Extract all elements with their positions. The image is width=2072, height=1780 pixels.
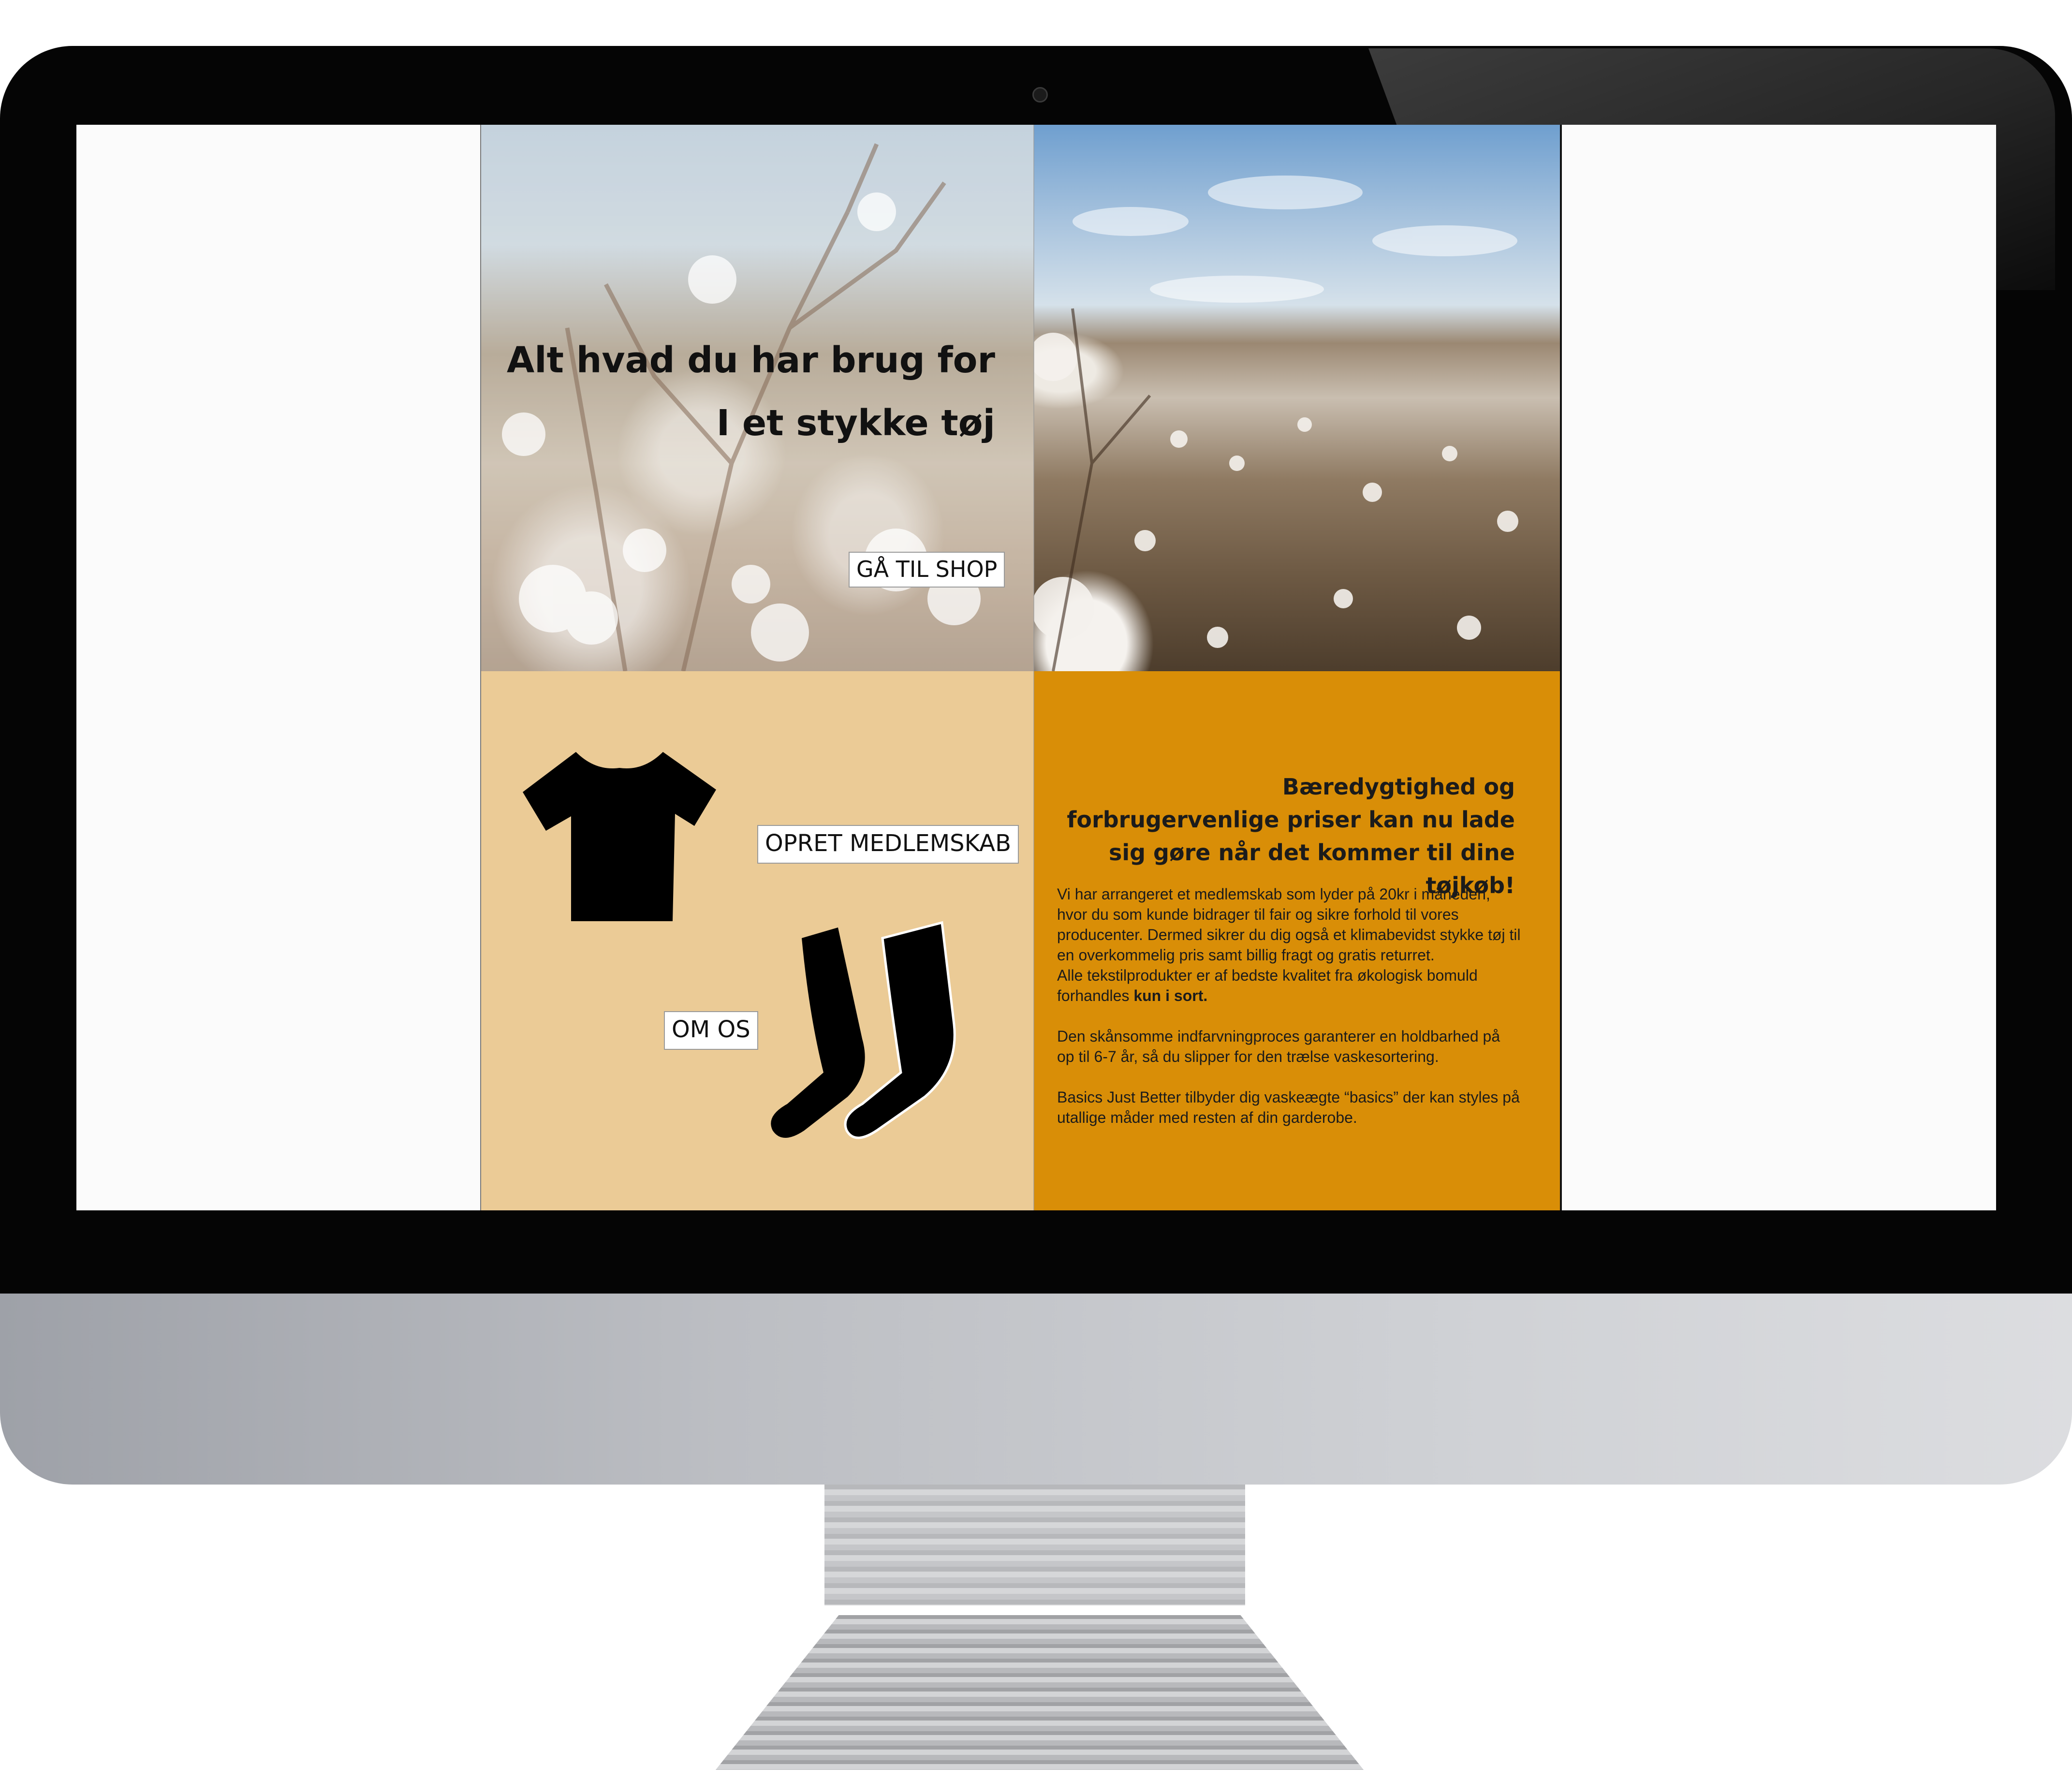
info-heading: Bæredygtighed og forbrugervenlige priser… [1067,774,1515,898]
info-body: Vi har arrangeret et medlemskab som lyde… [1057,884,1521,1148]
cotton-field-graphic [1034,176,1518,671]
tshirt-icon [523,752,716,921]
camera-icon [1032,87,1048,103]
site-border-left [480,125,481,1210]
website: Alt hvad du har brug for I et stykke tøj… [480,125,1638,1210]
info-paragraph-1: Vi har arrangeret et medlemskab som lyde… [1057,884,1521,1006]
hero-title-line1: Alt hvad du har brug for [506,339,995,381]
monitor-stand-neck [824,1485,1245,1605]
hero-title-line2: I et stykke tøj [716,402,995,444]
hero-title: Alt hvad du har brug for I et stykke tøj [480,329,995,455]
socks-icon [771,921,956,1139]
hero-image-right [1034,125,1561,671]
about-us-button[interactable]: OM OS [664,1011,758,1050]
info-paragraph-1-bold: kun i sort. [1133,987,1208,1004]
info-paragraph-3: Basics Just Better tilbyder dig vaskeægt… [1057,1089,1520,1126]
site-border-right [1560,125,1562,1210]
info-paragraph-2: Den skånsomme indfarvningproces garanter… [1057,1028,1500,1065]
create-membership-button[interactable]: OPRET MEDLEMSKAB [757,825,1019,864]
go-to-shop-button[interactable]: GÅ TIL SHOP [849,552,1005,588]
monitor-screen: Alt hvad du har brug for I et stykke tøj… [76,125,1996,1210]
monitor-stand-base [716,1615,1364,1770]
monitor-chin [0,1294,2072,1485]
column-divider [1033,125,1034,1210]
info-paragraph-1-text-2: Alle tekstilprodukter er af bedste kvali… [1057,967,1478,1004]
info-paragraph-1-text: Vi har arrangeret et medlemskab som lyde… [1057,885,1521,964]
